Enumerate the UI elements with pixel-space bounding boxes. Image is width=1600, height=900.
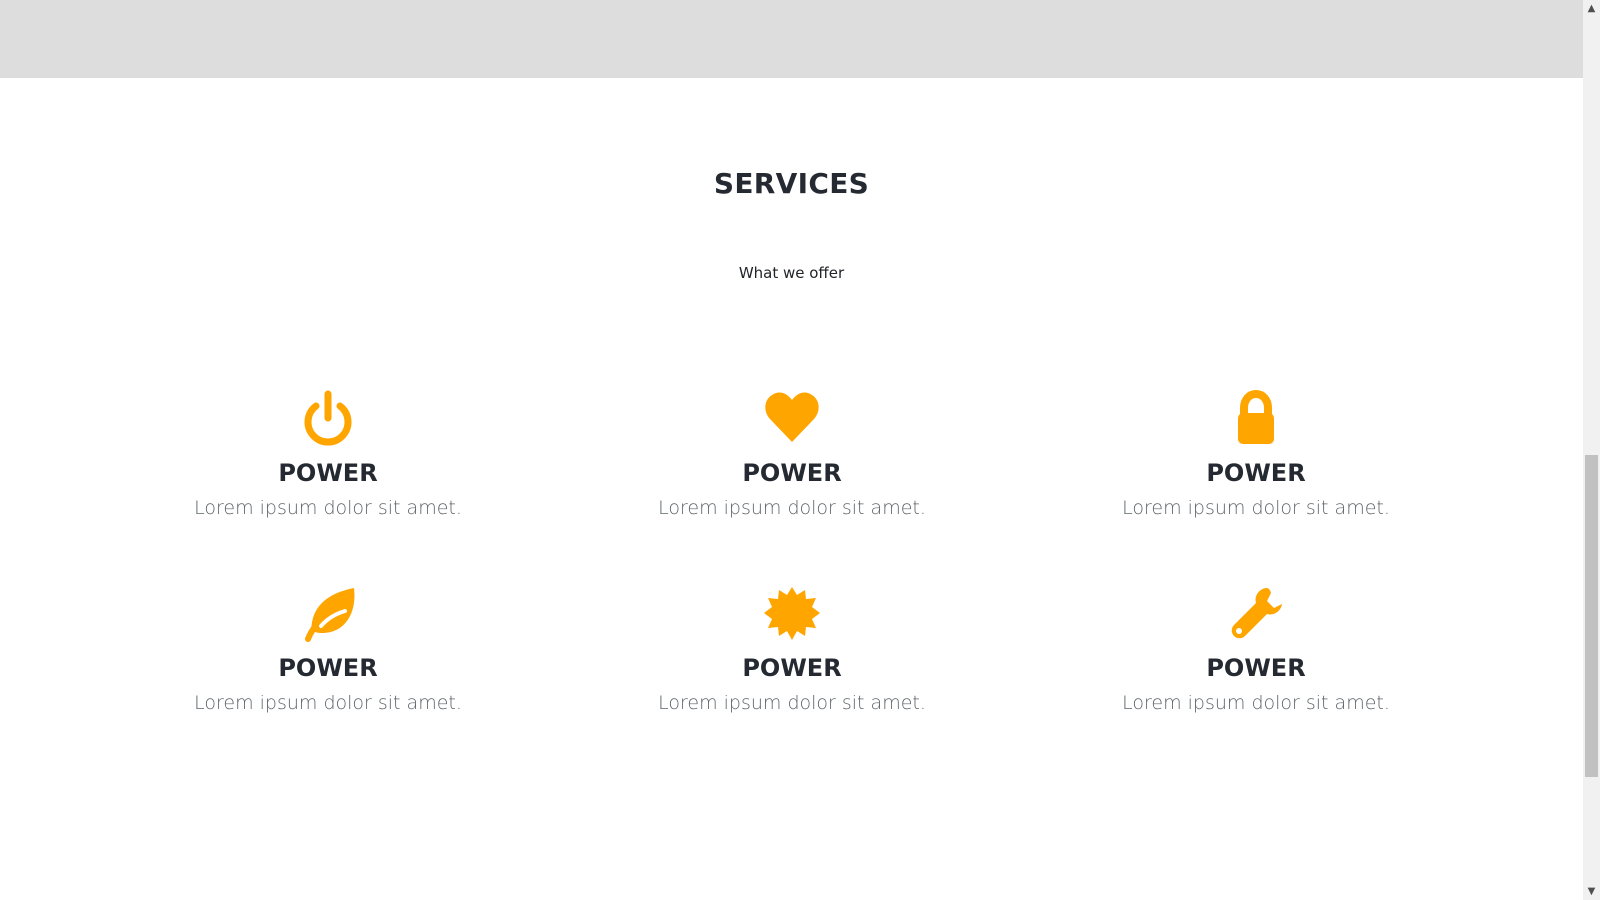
scrollbar-thumb[interactable]: [1585, 455, 1598, 777]
heart-icon: [762, 388, 822, 450]
service-description: Lorem ipsum dolor sit amet.: [1122, 692, 1390, 714]
service-card-certificate: POWER Lorem ipsum dolor sit amet.: [602, 583, 982, 753]
service-title: POWER: [278, 459, 378, 487]
wrench-icon: [1226, 583, 1286, 645]
service-title: POWER: [742, 459, 842, 487]
certificate-icon: [762, 583, 822, 645]
vertical-scrollbar[interactable]: ▲ ▼: [1583, 0, 1600, 900]
service-description: Lorem ipsum dolor sit amet.: [1122, 497, 1390, 519]
service-title: POWER: [1206, 654, 1306, 682]
service-card-leaf: POWER Lorem ipsum dolor sit amet.: [138, 583, 518, 753]
services-subtitle: What we offer: [738, 264, 845, 282]
service-card-wrench: POWER Lorem ipsum dolor sit amet.: [1066, 583, 1446, 753]
services-section: SERVICES What we offer POWER Lorem ipsum…: [0, 78, 1583, 900]
scroll-up-arrow-icon[interactable]: ▲: [1583, 0, 1600, 17]
service-card-lock: POWER Lorem ipsum dolor sit amet.: [1066, 388, 1446, 558]
service-description: Lorem ipsum dolor sit amet.: [658, 692, 926, 714]
service-description: Lorem ipsum dolor sit amet.: [194, 497, 462, 519]
service-title: POWER: [742, 654, 842, 682]
services-page: SERVICES What we offer POWER Lorem ipsum…: [0, 0, 1600, 900]
leaf-icon: [298, 583, 358, 645]
services-grid: POWER Lorem ipsum dolor sit amet. POWER …: [0, 388, 1583, 788]
services-title: SERVICES: [713, 167, 870, 200]
service-title: POWER: [1206, 459, 1306, 487]
service-description: Lorem ipsum dolor sit amet.: [658, 497, 926, 519]
power-icon: [298, 388, 358, 450]
service-card-power: POWER Lorem ipsum dolor sit amet.: [138, 388, 518, 558]
top-banner-band: [0, 0, 1583, 78]
service-title: POWER: [278, 654, 378, 682]
service-card-heart: POWER Lorem ipsum dolor sit amet.: [602, 388, 982, 558]
scroll-down-arrow-icon[interactable]: ▼: [1583, 883, 1600, 900]
service-description: Lorem ipsum dolor sit amet.: [194, 692, 462, 714]
services-header: SERVICES: [0, 170, 1583, 198]
lock-icon: [1226, 388, 1286, 450]
